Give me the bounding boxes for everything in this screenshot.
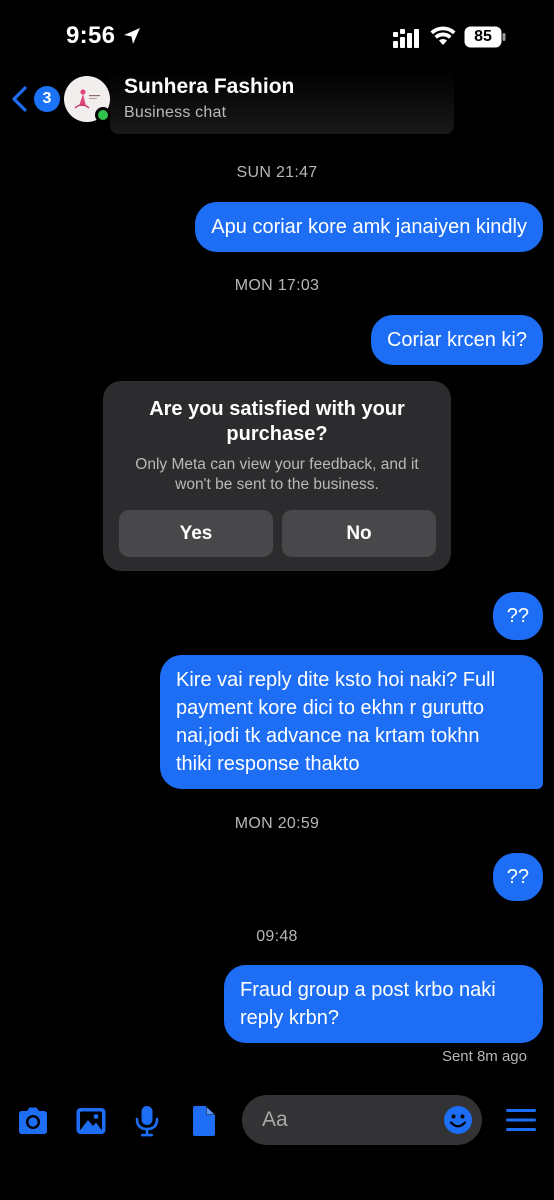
online-status-indicator	[95, 107, 111, 123]
back-button[interactable]: 3	[8, 84, 60, 114]
message-timestamp: MON 17:03	[234, 277, 320, 294]
unread-badge: 3	[34, 86, 60, 112]
message-timestamp: 09:48	[256, 928, 298, 945]
outgoing-message[interactable]: ??	[492, 853, 543, 901]
feedback-yes-button[interactable]: Yes	[119, 510, 273, 557]
emoji-icon[interactable]	[443, 1105, 473, 1135]
feedback-no-button[interactable]: No	[282, 510, 436, 557]
chat-header: 3 Sunhera Fashion Business chat	[0, 70, 554, 134]
delivery-status: Sent 8m ago	[441, 1048, 527, 1065]
outgoing-message[interactable]: Apu coriar kore amk janaiyen kindly	[195, 202, 543, 252]
purchase-feedback-card: Are you satisfied with your purchase? On…	[103, 381, 451, 571]
status-time: 9:56	[66, 22, 116, 49]
message-composer: Aa	[0, 1085, 554, 1155]
microphone-icon[interactable]	[130, 1105, 164, 1137]
message-timestamp: MON 20:59	[234, 815, 320, 832]
menu-icon[interactable]	[505, 1106, 537, 1134]
message-input-placeholder: Aa	[262, 1108, 288, 1131]
file-icon[interactable]	[187, 1105, 221, 1137]
message-input[interactable]: Aa	[242, 1095, 482, 1145]
outgoing-message[interactable]: Coriar krcen ki?	[370, 315, 543, 365]
feedback-title: Are you satisfied with your purchase?	[149, 398, 405, 445]
wifi-icon	[430, 26, 456, 45]
chat-subtitle: Business chat	[124, 104, 227, 121]
chevron-left-icon	[12, 86, 27, 112]
outgoing-message[interactable]: Fraud group a post krbo naki reply krbn?	[224, 965, 543, 1043]
status-bar: 9:56 85	[0, 0, 554, 70]
home-indicator	[207, 1186, 347, 1191]
camera-icon[interactable]	[16, 1105, 50, 1137]
gallery-icon[interactable]	[74, 1105, 108, 1137]
outgoing-message[interactable]: Kire vai reply dite ksto hoi naki? Full …	[160, 655, 543, 789]
feedback-description: Only Meta can view your feedback, and it…	[135, 456, 419, 493]
location-arrow-icon	[124, 28, 140, 44]
battery-level: 85	[474, 28, 492, 45]
outgoing-message[interactable]: ??	[492, 592, 543, 640]
signal-icon	[393, 29, 419, 48]
chat-title[interactable]: Sunhera Fashion	[124, 75, 294, 99]
message-timestamp: SUN 21:47	[236, 164, 318, 181]
